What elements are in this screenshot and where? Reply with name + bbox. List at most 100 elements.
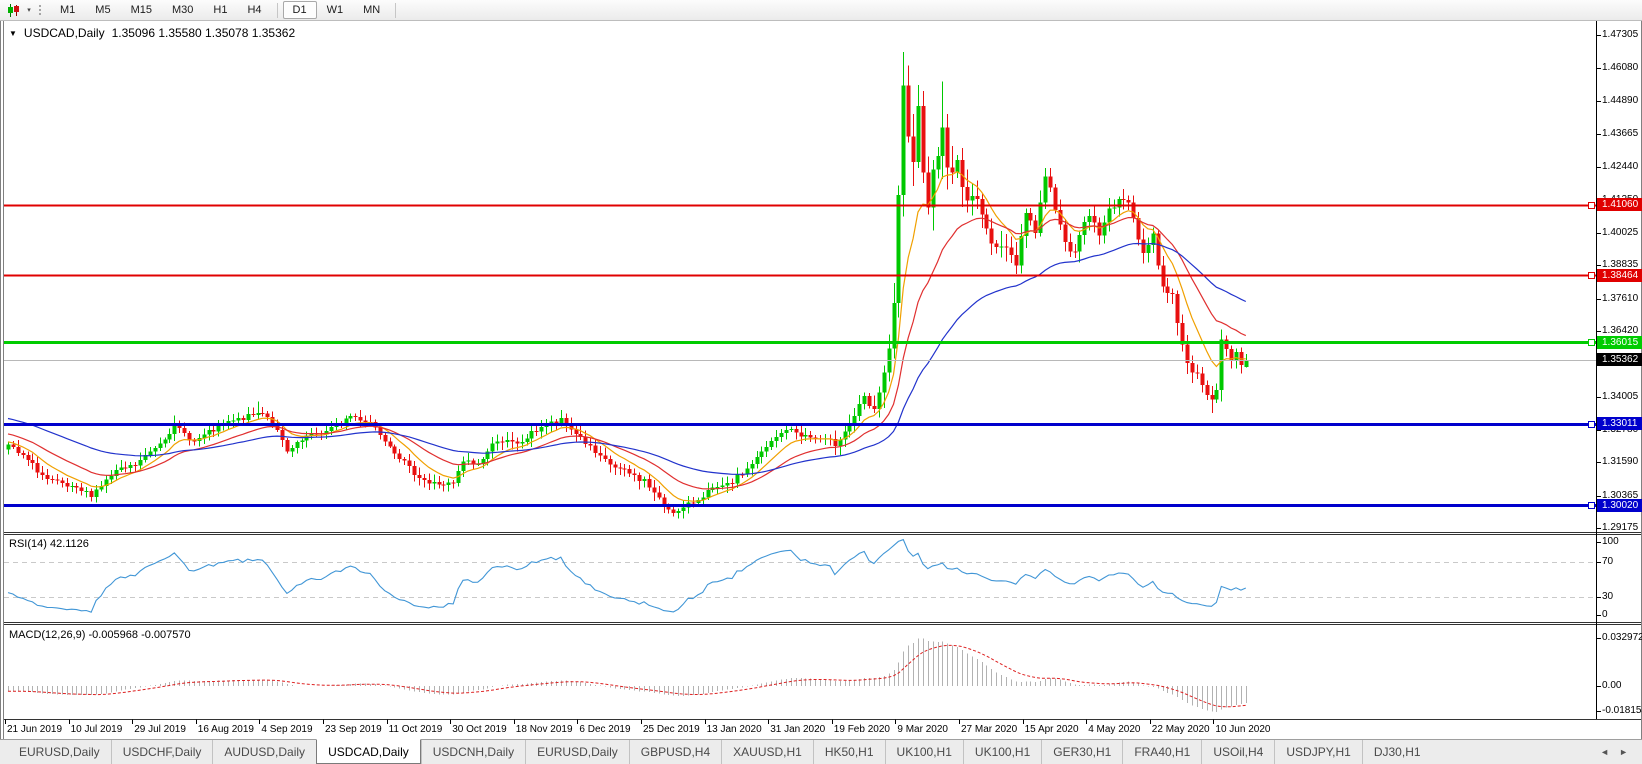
macd-axis-tick: 0.032972 [1602,632,1642,643]
rsi-axis-tick: 70 [1602,556,1614,567]
time-axis-label: 13 Jan 2020 [706,724,762,735]
chart-tab[interactable]: USDCHF,Daily [110,740,213,764]
timeframe-button[interactable]: W1 [317,1,354,19]
chart-tab[interactable]: HK50,H1 [812,740,885,764]
time-axis-label: 9 Mar 2020 [897,724,948,735]
price-axis-tick: 1.44890 [1602,94,1639,106]
timeframe-button[interactable]: H4 [237,1,271,19]
tabs-scroll-right-icon[interactable]: ► [1619,747,1628,757]
macd-signal-line [8,644,1246,708]
chart-tab[interactable]: EURUSD,Daily [525,740,629,764]
time-axis-label: 23 Sep 2019 [325,724,382,735]
chart-tab[interactable]: DJ30,H1 [1361,740,1432,764]
timeframe-button[interactable]: M1 [50,1,85,19]
timeframe-button[interactable]: M15 [121,1,162,19]
rsi-axis-tick: 30 [1602,591,1614,602]
panel-structure [4,21,1641,724]
chart-collapse-icon[interactable]: ▼ [9,29,17,38]
rsi-axis-tick: 0 [1602,609,1608,620]
chart-tab[interactable]: EURUSD,Daily [8,740,111,764]
toolbar-separator [276,2,278,18]
chart-tab[interactable]: USDCAD,Daily [316,739,421,764]
timeframe-button[interactable]: M30 [162,1,203,19]
time-axis-label: 27 Mar 2020 [961,724,1018,735]
level-line-handle[interactable] [1588,339,1595,346]
price-axis-tick: 1.34005 [1602,390,1639,402]
toolbar-grip [38,3,43,17]
mini-candles-icon [7,3,19,17]
current-price-label: 1.35362 [1597,353,1642,367]
time-axis-label: 21 Jun 2019 [7,724,63,735]
rsi-axis-tick: 100 [1602,536,1619,547]
price-axis-tick: 1.43665 [1602,127,1639,139]
time-axis-label: 29 Jul 2019 [134,724,186,735]
time-axis-label: 18 Nov 2019 [515,724,573,735]
level-line-handle[interactable] [1588,272,1595,279]
rsi-line [7,538,1247,613]
chart-tab[interactable]: UK100,H1 [962,740,1041,764]
chart-tab[interactable]: GER30,H1 [1041,740,1122,764]
time-axis-label: 4 Sep 2019 [261,724,313,735]
chart-tab[interactable]: GBPUSD,H4 [628,740,721,764]
chart-canvas[interactable] [0,0,1642,763]
price-axis-tick: 1.42440 [1602,161,1639,173]
timeframe-button[interactable]: MN [353,1,390,19]
chart-tab[interactable]: USOil,H4 [1201,740,1274,764]
price-axis-tick: 1.29175 [1602,522,1639,533]
level-price-label: 1.38464 [1597,268,1642,282]
candlestick-series [6,51,1249,519]
time-axis-label: 25 Dec 2019 [643,724,700,735]
chart-tab[interactable]: XAUUSD,H1 [721,740,813,764]
macd-axis-tick: -0.018154 [1602,705,1642,716]
toolbar: ▾ M1 M5 M15 M30 H1 H4 D1 W1 MN [0,0,1642,21]
level-line-handle[interactable] [1588,502,1595,509]
chart-tab-bar: EURUSD,Daily USDCHF,Daily AUDUSD,Daily USDC… [0,739,1642,764]
window-frame [0,20,1642,739]
timeframe-group-higher: D1 W1 MN [282,1,391,19]
level-line-handle[interactable] [1588,421,1595,428]
macd-histogram [8,638,1247,712]
time-axis-label: 22 May 2020 [1151,724,1210,735]
time-axis-label: 6 Dec 2019 [579,724,631,735]
time-axis-label: 16 Aug 2019 [197,724,254,735]
level-price-label: 1.36015 [1597,335,1642,349]
chart-tabs: EURUSD,Daily USDCHF,Daily AUDUSD,Daily USDC… [0,739,1432,764]
time-axis-label: 30 Oct 2019 [452,724,507,735]
chart-tab[interactable]: UK100,H1 [884,740,963,764]
time-axis[interactable]: 21 Jun 2019 10 Jul 2019 29 Jul 2019 16 Aug … [0,720,1596,739]
level-line-handle[interactable] [1588,202,1595,209]
time-axis-label: 19 Feb 2020 [833,724,890,735]
time-axis-label: 4 May 2020 [1088,724,1141,735]
price-axis-tick: 1.37610 [1602,292,1639,304]
rsi-level-lines [4,562,1596,598]
rsi-indicator-label: RSI(14) 42.1126 [9,538,89,550]
timeframe-button[interactable]: D1 [282,1,317,19]
chart-tab[interactable]: USDCNH,Daily [420,740,525,764]
timeframe-button[interactable]: M5 [85,1,120,19]
time-axis-label: 31 Jan 2020 [770,724,826,735]
time-axis-label: 11 Oct 2019 [388,724,443,735]
tabs-scroll-left-icon[interactable]: ◄ [1600,747,1609,757]
toolbar-dropdown-caret[interactable]: ▾ [23,6,35,14]
price-axis-tick: 1.47305 [1602,29,1639,40]
tab-scroll-arrows: ◄ ► [1600,740,1642,764]
chart-title: USDCAD,Daily [23,26,105,40]
price-axis[interactable]: 1.473051.460801.448901.436651.424401.412… [1597,0,1642,739]
macd-indicator-label: MACD(12,26,9) -0.005968 -0.007570 [9,629,191,641]
toolbar-separator [395,2,397,18]
level-price-label: 1.41060 [1597,198,1642,212]
chart-ohlc-values: 1.35096 1.35580 1.35078 1.35362 [111,26,296,40]
level-price-label: 1.33011 [1597,417,1642,431]
price-axis-tick: 1.31590 [1602,456,1639,468]
timeframe-group-intraday: M1 M5 M15 M30 H1 H4 [50,1,272,19]
time-axis-label: 15 Apr 2020 [1024,724,1079,735]
chart-tool-icon[interactable] [3,2,23,18]
chart-tab[interactable]: USDJPY,H1 [1274,740,1361,764]
time-axis-label: 10 Jul 2019 [70,724,123,735]
chart-tab[interactable]: AUDUSD,Daily [212,740,316,764]
time-axis-label: 10 Jun 2020 [1215,724,1271,735]
price-axis-tick: 1.46080 [1602,62,1639,74]
chart-tab[interactable]: FRA40,H1 [1122,740,1201,764]
macd-axis-tick: 0.00 [1602,680,1622,691]
timeframe-button[interactable]: H1 [203,1,237,19]
